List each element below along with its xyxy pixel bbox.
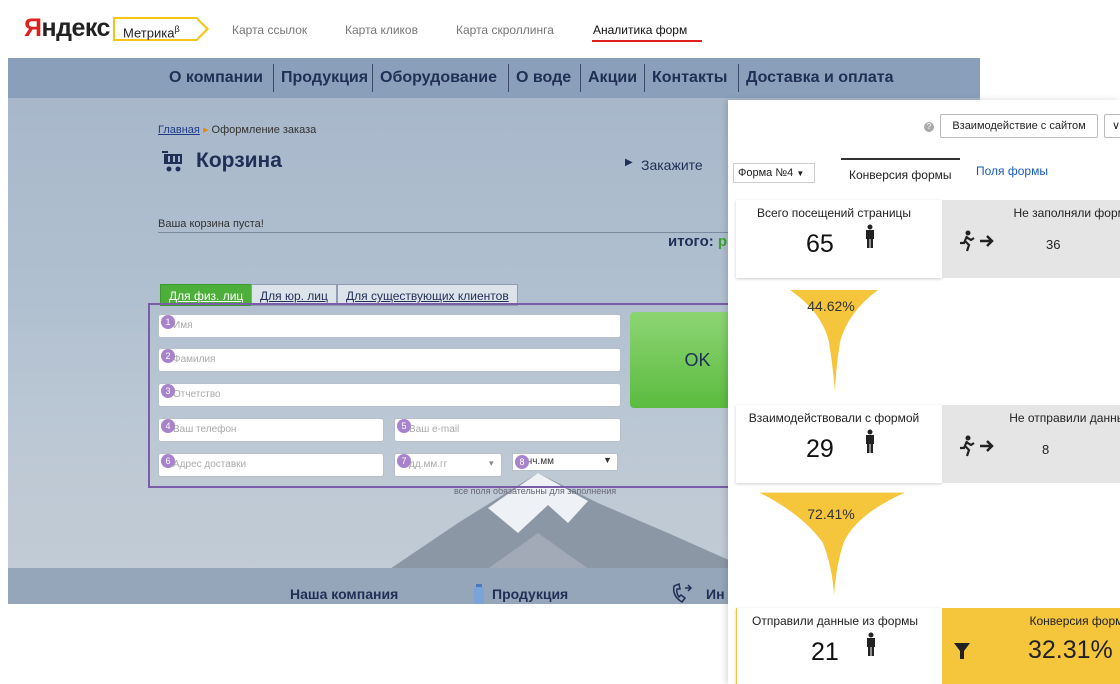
stage-card-visits: Всего посещений страницы 65 (736, 200, 942, 278)
help-icon[interactable]: ? (924, 122, 934, 132)
footer-company[interactable]: Наша компания (290, 586, 398, 602)
caret-down-icon: ▼ (796, 169, 805, 178)
yandex-logo[interactable]: Яндекс (24, 14, 110, 43)
field-number-badge: 1 (161, 315, 175, 329)
total-label: итого: р (668, 233, 728, 250)
funnel-percentage: 44.62% (807, 298, 855, 314)
address-field[interactable]: Адрес доставки (158, 453, 384, 477)
stage-value: 29 (806, 435, 834, 463)
cart-icon (162, 151, 182, 172)
nav-form-analytics[interactable]: Аналитика форм (593, 23, 687, 37)
stage-label: Всего посещений страницы (756, 206, 912, 220)
email-field[interactable]: Ваш e-mail (394, 418, 621, 442)
nav-click-map[interactable]: Карта кликов (345, 23, 418, 37)
field-number-badge: 5 (397, 419, 411, 433)
active-tab-underline (592, 40, 702, 42)
stage-value: 21 (811, 638, 839, 666)
field-number-badge: 8 (515, 455, 529, 469)
dropout-value: 36 (1046, 237, 1061, 252)
field-number-badge: 7 (397, 454, 411, 468)
funnel-percentage: 72.41% (807, 506, 855, 522)
stage-value: 65 (806, 230, 834, 258)
date-dropdown-icon[interactable]: ▾ (489, 458, 494, 469)
menu-divider (738, 64, 739, 92)
conversion-card: Конверсия формы 32.31% (942, 608, 1120, 684)
person-icon (867, 632, 875, 656)
field-number-badge: 6 (161, 454, 175, 468)
field-number-badge: 2 (161, 349, 175, 363)
order-arrow-icon: ▶ (625, 157, 633, 168)
menu-divider (644, 64, 645, 92)
funnel-shape (759, 492, 905, 595)
chevron-down-icon[interactable]: ∨ (1104, 114, 1120, 138)
tab-form-conversion[interactable]: Конверсия формы (841, 158, 960, 188)
dropout-value: 8 (1042, 442, 1050, 457)
footer-info[interactable]: Ин (706, 586, 725, 602)
top-bar: Яндекс Метрикаβ Карта ссылок Карта клико… (0, 0, 1120, 58)
time-dropdown-icon[interactable]: ▼ (603, 455, 612, 465)
menu-divider (273, 64, 274, 92)
field-number-badge: 4 (161, 419, 175, 433)
footer-products[interactable]: Продукция (492, 586, 568, 602)
menu-divider (508, 64, 509, 92)
phone-field[interactable]: Ваш телефон (158, 418, 384, 442)
stage-card-interacted: Взаимодействовали с формой 29 (736, 405, 942, 483)
field-number-badge: 3 (161, 384, 175, 398)
breadcrumb-separator: ▸ (202, 124, 209, 136)
nav-scroll-map[interactable]: Карта скроллинга (456, 23, 554, 37)
stage-label: Взаимодействовали с формой (748, 411, 920, 425)
divider (158, 232, 738, 233)
date-field[interactable]: дд.мм.гг (394, 453, 502, 477)
bottle-icon (474, 584, 484, 604)
order-link[interactable]: Закажите (641, 157, 703, 173)
dropout-card-not-filled: Не заполняли форму 36 (942, 200, 1120, 278)
menu-about[interactable]: О компании (169, 69, 263, 87)
breadcrumb: Главная ▸ Оформление заказа (158, 123, 316, 136)
funnel-filter-icon (954, 643, 970, 659)
patronymic-field[interactable]: Отчетство (158, 383, 621, 407)
metrika-badge[interactable]: Метрикаβ (113, 17, 209, 41)
tab-form-fields[interactable]: Поля формы (976, 164, 1048, 178)
menu-delivery[interactable]: Доставка и оплата (746, 69, 894, 87)
conversion-label: Конверсия формы (1029, 614, 1120, 628)
runner-arrow-icon (960, 435, 994, 457)
menu-promo[interactable]: Акции (588, 69, 637, 87)
dropout-label: Не заполняли форму (1013, 206, 1120, 220)
empty-cart-message: Ваша корзина пуста! (158, 218, 264, 230)
interaction-button[interactable]: Взаимодействие с сайтом (940, 114, 1098, 138)
menu-divider (580, 64, 581, 92)
form-select[interactable]: Форма №4 ▼ (733, 163, 815, 183)
menu-equipment[interactable]: Оборудование (380, 69, 497, 87)
menu-divider (372, 64, 373, 92)
person-icon (866, 429, 874, 453)
stage-card-submitted: Отправили данные из формы 21 (736, 608, 942, 684)
person-icon (866, 224, 874, 248)
site-menu: О компании Продукция Оборудование О воде… (8, 58, 980, 98)
breadcrumb-current: Оформление заказа (211, 124, 317, 136)
first-name-field[interactable]: Имя (158, 314, 621, 338)
form-analytics-panel: ? Взаимодействие с сайтом ∨ Форма №4 ▼ К… (728, 100, 1120, 684)
page-title: Корзина (196, 149, 282, 172)
dropout-card-not-submitted: Не отправили данные 8 (942, 405, 1120, 483)
dropout-label: Не отправили данные (1009, 411, 1120, 425)
breadcrumb-home[interactable]: Главная (158, 124, 200, 136)
stage-label: Отправили данные из формы (752, 614, 918, 628)
nav-link-map[interactable]: Карта ссылок (232, 23, 307, 37)
phone-arrow-icon (672, 582, 693, 603)
menu-water[interactable]: О воде (516, 69, 571, 87)
last-name-field[interactable]: Фамилия (158, 348, 621, 372)
conversion-value: 32.31% (1028, 636, 1113, 664)
required-note: все поля обязательны для заполнения (454, 486, 617, 496)
menu-contacts[interactable]: Контакты (652, 69, 727, 87)
menu-products[interactable]: Продукция (281, 69, 368, 87)
runner-arrow-icon (960, 230, 994, 252)
